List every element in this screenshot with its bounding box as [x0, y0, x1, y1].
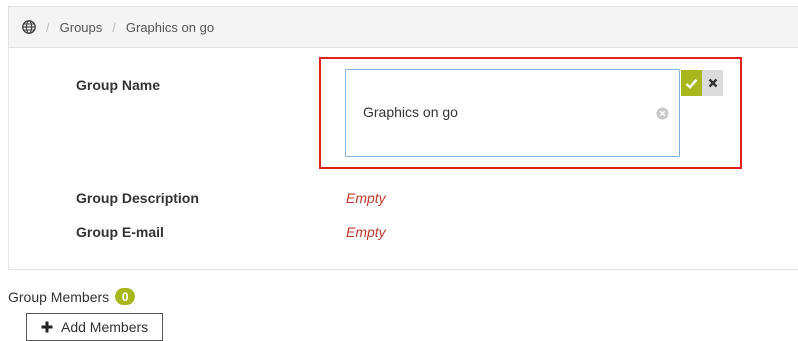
breadcrumb-separator: /	[46, 19, 50, 35]
group-members-heading: Group Members 0	[8, 288, 136, 305]
breadcrumb-separator: /	[112, 19, 116, 35]
clear-input-icon[interactable]	[656, 107, 669, 120]
group-email-label: Group E-mail	[76, 224, 164, 240]
confirm-edit-button[interactable]	[681, 70, 702, 96]
group-name-input[interactable]	[363, 104, 643, 120]
group-description-label: Group Description	[76, 190, 199, 206]
check-icon	[685, 78, 698, 89]
plus-icon	[41, 321, 53, 333]
group-members-title: Group Members	[8, 288, 110, 305]
cancel-edit-button[interactable]	[702, 70, 723, 96]
group-name-editor	[345, 69, 680, 157]
close-icon	[708, 78, 717, 88]
globe-icon[interactable]	[22, 20, 36, 34]
group-name-label: Group Name	[76, 77, 161, 93]
breadcrumb-item-groups[interactable]: Groups	[60, 20, 103, 35]
breadcrumb-item-current: Graphics on go	[125, 19, 215, 35]
add-members-label: Add Members	[61, 319, 149, 335]
group-description-value[interactable]: Empty	[346, 190, 386, 206]
group-email-value[interactable]: Empty	[346, 224, 386, 240]
breadcrumb: / Groups / Graphics on go	[8, 6, 798, 48]
add-members-button[interactable]: Add Members	[26, 313, 163, 341]
members-count-badge: 0	[115, 288, 136, 305]
